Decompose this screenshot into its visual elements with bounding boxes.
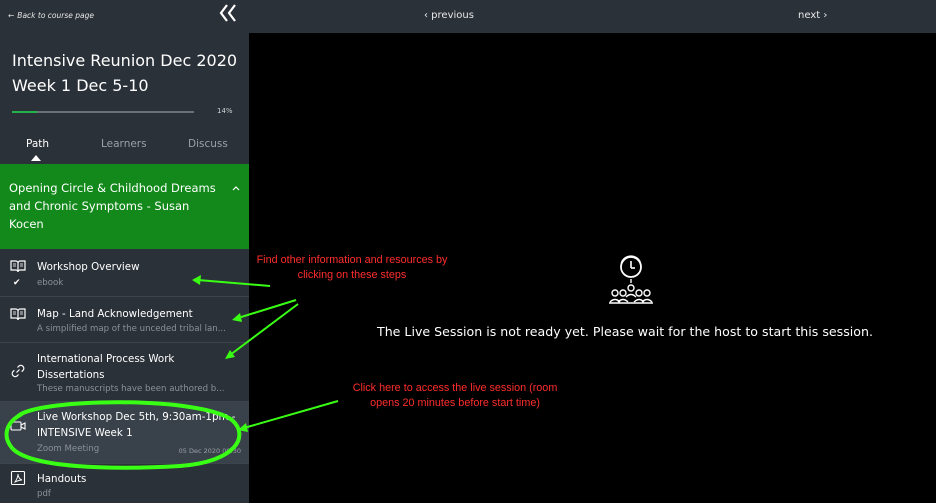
section-header[interactable]: Opening Circle & Childhood Dreams and Ch… [0, 164, 249, 249]
video-camera-icon [10, 421, 26, 431]
item-title: Map - Land Acknowledgement [37, 308, 193, 320]
item-title: Workshop Overview [37, 261, 140, 273]
course-progress-fill [12, 111, 38, 113]
course-progress-bar [12, 111, 194, 113]
step-navigation-bar: ‹ previous next › [249, 0, 936, 33]
checkmark-icon: ✔ [13, 278, 21, 288]
active-tab-indicator [31, 155, 41, 161]
item-subtitle: These manuscripts have been authored b..… [37, 384, 225, 394]
path-item-workshop-overview[interactable]: Workshop Overview ✔ ebook [0, 249, 249, 297]
pdf-icon [10, 470, 26, 486]
live-session-waiting-icon [609, 255, 653, 304]
book-icon [10, 308, 26, 321]
content-area: ‹ previous next › The Live Session is no… [249, 0, 936, 503]
annotation-steps-note: Find other information and resources by … [256, 254, 448, 281]
arrow-left-icon: ← [8, 11, 15, 20]
back-link-label: Back to course page [17, 11, 94, 20]
course-title: Intensive Reunion Dec 2020 Week 1 Dec 5-… [12, 51, 238, 95]
chevron-up-icon [232, 186, 240, 191]
next-button[interactable]: next › [798, 10, 827, 21]
item-subtitle: A simplified map of the unceded tribal l… [37, 324, 226, 334]
live-session-message: The Live Session is not ready yet. Pleas… [377, 324, 873, 339]
item-subtitle: Zoom Meeting [37, 444, 100, 454]
item-title: International Process Work Dissertations [37, 353, 175, 381]
path-item-map-land-acknowledgement[interactable]: Map - Land Acknowledgement A simplified … [0, 297, 249, 343]
path-item-live-workshop[interactable]: Live Workshop Dec 5th, 9:30am-1pm - INTE… [0, 402, 249, 464]
previous-button[interactable]: ‹ previous [424, 10, 474, 21]
item-subtitle: ebook [37, 278, 64, 288]
item-date: 05 Dec 2020 09:30 [178, 447, 241, 455]
tab-discuss[interactable]: Discuss [188, 138, 228, 150]
path-item-handouts[interactable]: Handouts pdf [0, 464, 249, 503]
item-title: Live Workshop Dec 5th, 9:30am-1pm - INTE… [37, 411, 236, 439]
back-to-course-link[interactable]: ← Back to course page [8, 11, 94, 20]
tab-learners[interactable]: Learners [101, 138, 147, 150]
section-title: Opening Circle & Childhood Dreams and Ch… [9, 181, 216, 231]
tab-path[interactable]: Path [26, 138, 49, 150]
path-item-process-work-dissertations[interactable]: International Process Work Dissertations… [0, 343, 249, 402]
double-chevron-left-icon[interactable] [217, 2, 239, 24]
item-title: Handouts [37, 473, 87, 485]
link-icon [11, 364, 25, 378]
course-sidebar: ← Back to course page Intensive Reunion … [0, 0, 249, 503]
book-icon [10, 260, 26, 273]
annotation-live-note: Click here to access the live session (r… [352, 382, 558, 409]
course-progress-label: 14% [217, 107, 233, 115]
item-subtitle: pdf [37, 489, 51, 499]
sidebar-tabs: Path Learners Discuss [0, 138, 249, 164]
sidebar-topbar: ← Back to course page [0, 0, 249, 33]
